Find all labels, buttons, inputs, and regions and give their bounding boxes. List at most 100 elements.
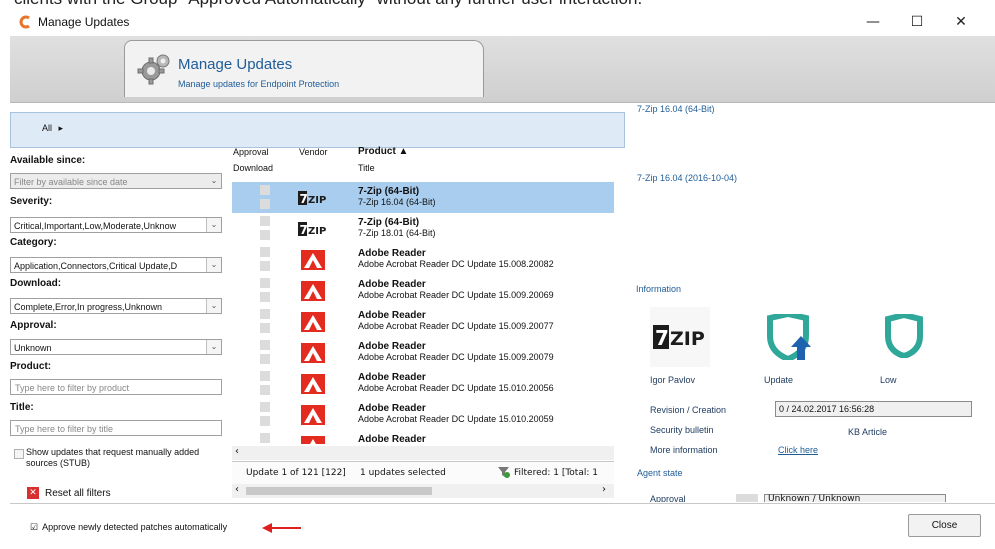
column-header-product[interactable]: Product ▲ bbox=[358, 146, 408, 157]
update-count: Update 1 of 121 [122] bbox=[246, 468, 346, 478]
window-titlebar: Manage Updates — ☐ ✕ bbox=[10, 9, 995, 36]
severity-select[interactable]: Critical,Important,Low,Moderate,Unknow ⌄ bbox=[10, 217, 222, 233]
row-product: Adobe Reader bbox=[358, 248, 426, 259]
title-filter-input[interactable]: Type here to filter by title bbox=[10, 420, 222, 436]
revision-field: 0 / 24.02.2017 16:56:28 bbox=[775, 401, 972, 417]
svg-text:ZIP: ZIP bbox=[308, 195, 326, 206]
maximize-button[interactable]: ☐ bbox=[895, 9, 939, 36]
download-checkbox[interactable] bbox=[260, 230, 270, 240]
approval-checkbox[interactable] bbox=[260, 371, 270, 381]
reset-filters-icon[interactable]: ✕ bbox=[27, 487, 39, 499]
table-row[interactable]: Adobe Reader bbox=[232, 430, 614, 444]
category-select[interactable]: Application,Connectors,Critical Update,D… bbox=[10, 257, 222, 273]
detail-update-name: 7-Zip 16.04 (64-Bit) bbox=[637, 104, 715, 114]
page-subtitle: Manage updates for Endpoint Protection bbox=[178, 79, 340, 89]
minimize-button[interactable]: — bbox=[851, 9, 895, 36]
updates-list: 7 ZIP 7-Zip (64-Bit) 7-Zip 16.04 (64-Bit) 7 Z… bbox=[232, 180, 614, 444]
agent-state-heading: Agent state bbox=[637, 468, 683, 478]
status-horizontal-scrollbar[interactable]: ‹ › bbox=[232, 484, 614, 498]
row-product: 7-Zip (64-Bit) bbox=[358, 186, 420, 197]
scrollbar-thumb[interactable] bbox=[246, 487, 432, 495]
7zip-logo-icon: 7 ZIP bbox=[650, 307, 710, 367]
approval-checkbox[interactable] bbox=[260, 433, 270, 443]
chevron-right-icon: ▸ bbox=[58, 123, 64, 133]
row-product: Adobe Reader bbox=[358, 310, 426, 321]
approval-checkbox[interactable] bbox=[260, 402, 270, 412]
download-checkbox[interactable] bbox=[260, 323, 270, 333]
row-title: 7-Zip 18.01 (64-Bit) bbox=[358, 228, 436, 238]
row-title: Adobe Acrobat Reader DC Update 15.009.20… bbox=[358, 321, 554, 331]
agent-state-row: Approval Unknown / Unknown bbox=[630, 494, 990, 502]
selected-count: 1 updates selected bbox=[360, 468, 446, 478]
show-stub-checkbox[interactable] bbox=[14, 449, 24, 459]
approval-checkbox[interactable] bbox=[260, 278, 270, 288]
severity-text: Low bbox=[880, 375, 897, 385]
row-product: 7-Zip (64-Bit) bbox=[358, 217, 420, 228]
more-info-label: More information bbox=[650, 445, 718, 455]
breadcrumb-all[interactable]: All ▸ bbox=[42, 123, 63, 134]
table-row[interactable]: Adobe Reader Adobe Acrobat Reader DC Upda… bbox=[232, 244, 614, 275]
download-checkbox[interactable] bbox=[260, 199, 270, 209]
caption-text: clients with the Group "Approved Automat… bbox=[14, 0, 642, 8]
svg-text:7: 7 bbox=[300, 223, 308, 237]
table-row[interactable]: Adobe Reader Adobe Acrobat Reader DC Upda… bbox=[232, 337, 614, 368]
svg-text:ZIP: ZIP bbox=[670, 328, 705, 350]
kb-article-text: KB Article bbox=[848, 427, 888, 437]
table-row[interactable]: 7 ZIP 7-Zip (64-Bit) 7-Zip 16.04 (64-Bit) bbox=[232, 182, 614, 213]
product-filter-input[interactable]: Type here to filter by product bbox=[10, 379, 222, 395]
filter-label-download: Download: bbox=[10, 278, 62, 289]
download-checkbox[interactable] bbox=[260, 385, 270, 395]
column-header-approval[interactable]: Approval bbox=[233, 147, 269, 157]
red-arrow-annotation bbox=[262, 523, 301, 533]
breadcrumb bbox=[10, 112, 625, 148]
close-button[interactable]: Close bbox=[908, 514, 981, 537]
adobe-logo-icon bbox=[301, 374, 325, 394]
breadcrumb-label: All bbox=[42, 123, 53, 133]
approval-select[interactable]: Unknown ⌄ bbox=[10, 339, 222, 355]
app-icon bbox=[18, 15, 32, 29]
download-checkbox[interactable] bbox=[260, 416, 270, 426]
download-checkbox[interactable] bbox=[260, 292, 270, 302]
reset-filters-link[interactable]: Reset all filters bbox=[45, 488, 111, 499]
information-heading: Information bbox=[636, 284, 682, 294]
filter-label-product: Product: bbox=[10, 361, 52, 372]
click-here-link[interactable]: Click here bbox=[778, 445, 818, 455]
approval-checkbox[interactable] bbox=[260, 247, 270, 257]
agent-approval-swatch bbox=[736, 494, 758, 502]
table-row[interactable]: Adobe Reader Adobe Acrobat Reader DC Upda… bbox=[232, 275, 614, 306]
chevron-down-icon: ⌄ bbox=[206, 340, 221, 354]
adobe-logo-icon bbox=[301, 343, 325, 363]
download-checkbox[interactable] bbox=[260, 354, 270, 364]
footer-divider bbox=[10, 503, 995, 504]
column-header-title[interactable]: Title bbox=[358, 163, 375, 173]
list-horizontal-scrollbar[interactable]: ‹ bbox=[232, 446, 614, 460]
approval-checkbox[interactable] bbox=[260, 185, 270, 195]
column-header-download[interactable]: Download bbox=[233, 163, 273, 173]
close-window-button[interactable]: ✕ bbox=[939, 9, 983, 36]
download-select[interactable]: Complete,Error,In progress,Unknown ⌄ bbox=[10, 298, 222, 314]
table-row[interactable]: 7 ZIP 7-Zip (64-Bit) 7-Zip 18.01 (64-Bit) bbox=[232, 213, 614, 244]
approval-checkbox[interactable] bbox=[260, 216, 270, 226]
scroll-right-icon[interactable]: › bbox=[602, 484, 606, 495]
classification-text: Update bbox=[764, 375, 794, 385]
column-header-vendor[interactable]: Vendor bbox=[299, 147, 328, 157]
table-row[interactable]: Adobe Reader Adobe Acrobat Reader DC Upda… bbox=[232, 306, 614, 337]
approval-checkbox[interactable] bbox=[260, 309, 270, 319]
scroll-left-icon[interactable]: ‹ bbox=[235, 446, 239, 457]
filtered-count: Filtered: 1 [Total: 1 bbox=[514, 468, 598, 478]
chevron-down-icon: ⌄ bbox=[210, 176, 218, 185]
adobe-logo-icon bbox=[301, 436, 325, 444]
filter-label-severity: Severity: bbox=[10, 196, 53, 207]
scroll-left-icon[interactable]: ‹ bbox=[235, 484, 239, 495]
vendor-name: Igor Pavlov bbox=[650, 375, 696, 385]
approval-checkbox[interactable] bbox=[260, 340, 270, 350]
table-row[interactable]: Adobe Reader Adobe Acrobat Reader DC Upda… bbox=[232, 399, 614, 430]
filter-icon bbox=[498, 467, 510, 478]
table-row[interactable]: Adobe Reader Adobe Acrobat Reader DC Upda… bbox=[232, 368, 614, 399]
download-checkbox[interactable] bbox=[260, 261, 270, 271]
window-title: Manage Updates bbox=[38, 15, 130, 29]
available-since-select[interactable]: Filter by available since date ⌄ bbox=[10, 173, 222, 189]
row-title: 7-Zip 16.04 (64-Bit) bbox=[358, 197, 436, 207]
approve-auto-checkbox[interactable]: ☑ Approve newly detected patches automati… bbox=[30, 522, 227, 533]
7zip-logo-icon: 7 ZIP bbox=[298, 222, 326, 237]
